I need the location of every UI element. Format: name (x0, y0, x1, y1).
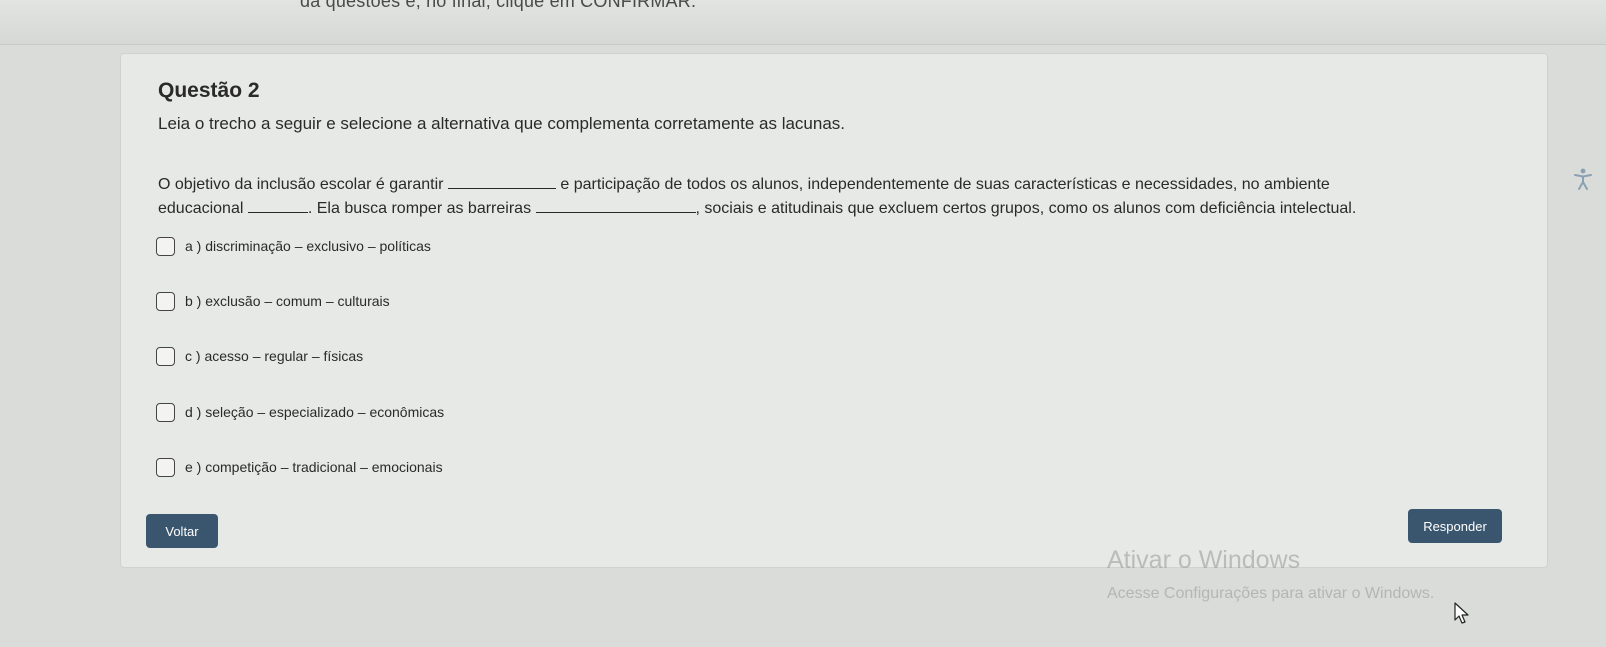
checkbox[interactable] (156, 236, 175, 256)
answer-button[interactable]: Responder (1408, 509, 1502, 543)
option-d[interactable]: d ) seleção – especializado – econômicas (156, 400, 444, 424)
checkbox[interactable] (156, 402, 175, 422)
option-b[interactable]: b ) exclusão – comum – culturais (156, 289, 390, 313)
option-label: e ) competição – tradicional – emocionai… (185, 459, 443, 475)
checkbox[interactable] (156, 346, 175, 366)
option-label: b ) exclusão – comum – culturais (185, 293, 390, 309)
option-label: d ) seleção – especializado – econômicas (185, 404, 445, 420)
question-card: Questão 2 Leia o trecho a seguir e selec… (120, 53, 1548, 568)
passage-text: , sociais e atitudinais que excluem cert… (695, 200, 1357, 217)
accessibility-icon[interactable] (1571, 167, 1595, 191)
top-strip: da questões e, no final, clique em CONFI… (0, 0, 1606, 45)
blank-1 (447, 174, 556, 189)
blank-2 (247, 198, 308, 213)
passage-line-2: educacional . Ela busca romper as barrei… (158, 197, 1518, 221)
option-a[interactable]: a ) discriminação – exclusivo – política… (156, 234, 431, 258)
question-title: Questão 2 (158, 79, 260, 102)
windows-activation-title: Ativar o Windows (1107, 546, 1301, 574)
question-instruction: Leia o trecho a seguir e selecione a alt… (158, 114, 846, 133)
windows-activation-subtitle: Acesse Configurações para ativar o Windo… (1107, 585, 1435, 602)
option-e[interactable]: e ) competição – tradicional – emocionai… (156, 455, 443, 479)
passage-text: educacional (158, 200, 244, 217)
back-button[interactable]: Voltar (146, 514, 218, 548)
option-label: c ) acesso – regular – físicas (185, 348, 364, 364)
top-instructions: da questões e, no final, clique em CONFI… (300, 0, 697, 11)
passage-text: e participação de todos os alunos, indep… (560, 176, 1330, 193)
passage-line-1: O objetivo da inclusão escolar é garanti… (158, 173, 1518, 197)
checkbox[interactable] (156, 291, 175, 311)
passage-text: . Ela busca romper as barreiras (307, 200, 532, 217)
passage-text: O objetivo da inclusão escolar é garanti… (158, 176, 444, 193)
option-label: a ) discriminação – exclusivo – política… (185, 238, 431, 254)
option-c[interactable]: c ) acesso – regular – físicas (156, 344, 363, 368)
checkbox[interactable] (156, 457, 175, 477)
blank-3 (535, 198, 696, 213)
question-passage: O objetivo da inclusão escolar é garanti… (158, 173, 1518, 221)
mouse-pointer-icon (1454, 602, 1470, 626)
